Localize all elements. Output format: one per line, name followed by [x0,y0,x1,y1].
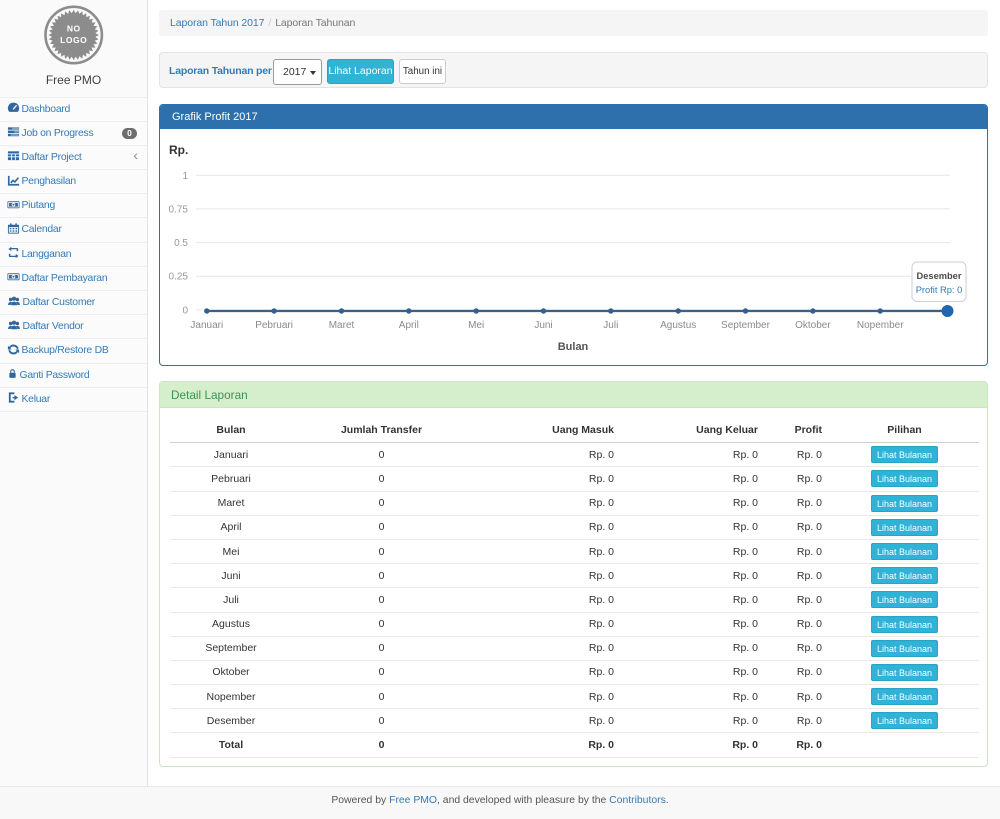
svg-text:September: September [721,320,771,331]
svg-text:Nopember: Nopember [857,320,904,331]
svg-text:Desember: Desember [917,271,962,281]
svg-text:NO: NO [67,24,81,34]
svg-text:Januari: Januari [190,320,223,331]
svg-text:Pebruari: Pebruari [255,320,293,331]
svg-text:0.25: 0.25 [169,272,189,283]
svg-text:Oktober: Oktober [795,320,831,331]
svg-text:1: 1 [182,171,188,182]
svg-text:Profit Rp: 0: Profit Rp: 0 [916,285,963,295]
svg-text:Bulan: Bulan [558,341,589,353]
svg-text:Juni: Juni [534,320,552,331]
svg-text:0.75: 0.75 [169,204,189,215]
svg-text:0.5: 0.5 [174,238,188,249]
svg-text:0: 0 [182,305,188,316]
svg-text:Mei: Mei [468,320,484,331]
svg-text:LOGO: LOGO [60,35,87,45]
svg-text:Rp.: Rp. [169,143,188,157]
svg-text:Maret: Maret [329,320,355,331]
svg-text:Agustus: Agustus [660,320,696,331]
svg-text:Juli: Juli [603,320,618,331]
svg-text:April: April [399,320,419,331]
